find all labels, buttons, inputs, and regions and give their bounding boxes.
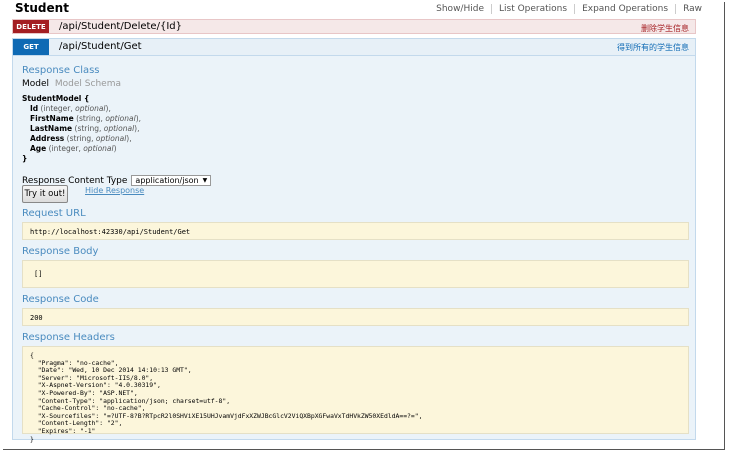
- delete-operation[interactable]: DELETE /api/Student/Delete/{Id} 删除学生信息: [12, 19, 696, 34]
- model-tabs: Model Model Schema: [22, 79, 121, 89]
- get-operation-path[interactable]: /api/Student/Get: [59, 41, 142, 52]
- content-type-select[interactable]: application/json ▼: [131, 175, 212, 186]
- response-code-box: 200: [22, 308, 689, 326]
- tab-model[interactable]: Model: [22, 79, 49, 89]
- response-code-title: Response Code: [22, 294, 99, 305]
- model-close: }: [22, 154, 28, 163]
- model-signature: StudentModel { Id (integer, optional), F…: [22, 94, 141, 164]
- resource-links: Show/Hide List Operations Expand Operati…: [429, 4, 702, 14]
- request-url-box: http://localhost:42330/api/Student/Get: [22, 222, 689, 240]
- get-operation-header[interactable]: GET /api/Student/Get 得到所有的学生信息: [13, 39, 695, 56]
- response-headers-box: { "Pragma": "no-cache", "Date": "Wed, 10…: [22, 346, 689, 442]
- response-body-box: []: [22, 260, 689, 288]
- chevron-down-icon: ▼: [202, 177, 208, 184]
- delete-method-badge[interactable]: DELETE: [13, 20, 49, 33]
- response-class-title: Response Class: [22, 65, 100, 76]
- model-field: FirstName (string, optional),: [30, 114, 142, 123]
- model-field: LastName (string, optional),: [30, 124, 140, 133]
- get-method-badge[interactable]: GET: [13, 39, 49, 55]
- show-hide-link[interactable]: Show/Hide: [429, 4, 492, 14]
- model-field: Id (integer, optional),: [30, 104, 111, 113]
- response-headers-title: Response Headers: [22, 332, 115, 343]
- delete-operation-description[interactable]: 删除学生信息: [641, 23, 689, 34]
- resource-title[interactable]: Student: [15, 1, 69, 15]
- response-body-title: Response Body: [22, 246, 99, 257]
- model-field: Age (integer, optional): [30, 144, 117, 153]
- try-it-out-button[interactable]: Try it out!: [22, 185, 68, 203]
- content-type-label: Response Content Type: [22, 175, 128, 186]
- delete-operation-path[interactable]: /api/Student/Delete/{Id}: [59, 21, 182, 32]
- request-url-title: Request URL: [22, 208, 86, 219]
- tab-model-schema[interactable]: Model Schema: [55, 79, 121, 89]
- page-frame: Student Show/Hide List Operations Expand…: [3, 1, 725, 450]
- list-operations-link[interactable]: List Operations: [492, 4, 576, 14]
- get-operation-description[interactable]: 得到所有的学生信息: [617, 42, 689, 53]
- model-field: Address (string, optional),: [30, 134, 132, 143]
- resource-header: Student Show/Hide List Operations Expand…: [12, 1, 702, 18]
- model-name: StudentModel {: [22, 94, 90, 103]
- expand-operations-link[interactable]: Expand Operations: [575, 4, 677, 14]
- get-operation: GET /api/Student/Get 得到所有的学生信息 Response …: [12, 38, 696, 442]
- hide-response-link[interactable]: Hide Response: [85, 186, 144, 195]
- raw-link[interactable]: Raw: [676, 4, 702, 14]
